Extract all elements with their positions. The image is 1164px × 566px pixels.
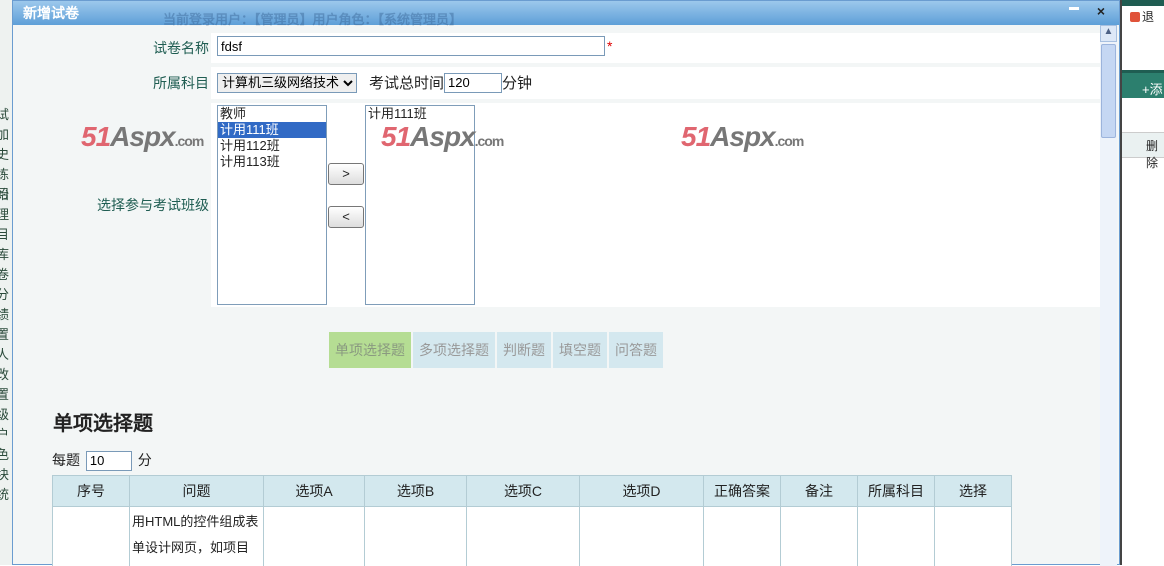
dialog-titlebar[interactable]: 新增试卷 当前登录用户：【管理员】用户角色：【系统管理员】 ×: [13, 1, 1119, 25]
vertical-scrollbar[interactable]: ▲: [1100, 25, 1117, 566]
list-item[interactable]: 计用111班: [366, 106, 474, 122]
scroll-thumb[interactable]: [1101, 44, 1116, 138]
cell: [935, 507, 1012, 566]
list-item[interactable]: 计用112班: [218, 138, 326, 154]
cell: [858, 507, 935, 566]
per-label: 每题: [52, 452, 80, 468]
section-title: 单项选择题: [53, 407, 153, 436]
cell: [704, 507, 781, 566]
background-header-text: 当前登录用户：【管理员】用户角色：【系统管理员】: [163, 9, 462, 28]
row-subject: 所属科目 计算机三级网络技术 考试总时间 分钟: [17, 67, 1101, 99]
cell-question: 用HTML的控件组成表单设计网页，如项目: [130, 507, 264, 566]
table-header-row: 序号 问题 选项A 选项B 选项C 选项D 正确答案 备注 所属科目 选择: [53, 476, 1012, 507]
col-header: 备注: [781, 476, 858, 507]
new-exam-dialog: 新增试卷 当前登录用户：【管理员】用户角色：【系统管理员】 × 试卷名称 * 所…: [12, 0, 1120, 565]
col-header: 所属科目: [858, 476, 935, 507]
cell: [467, 507, 580, 566]
list-item[interactable]: 教师: [218, 106, 326, 122]
cell: [580, 507, 704, 566]
per-question-score: 每题 分: [52, 450, 152, 471]
scroll-up-icon[interactable]: ▲: [1100, 25, 1117, 42]
tab-multiple-choice[interactable]: 多项选择题: [413, 332, 495, 368]
col-header: 序号: [53, 476, 130, 507]
time-unit: 分钟: [502, 72, 532, 93]
cell: [365, 507, 467, 566]
row-exam-name: 试卷名称 *: [17, 33, 1101, 63]
col-header: 选择: [935, 476, 1012, 507]
tab-single-choice[interactable]: 单项选择题: [329, 332, 411, 368]
required-mark: *: [607, 38, 612, 54]
col-header: 正确答案: [704, 476, 781, 507]
close-icon[interactable]: ×: [1097, 3, 1105, 19]
exam-name-label: 试卷名称: [17, 33, 211, 63]
add-class-button[interactable]: >: [328, 163, 364, 185]
col-header: 问题: [130, 476, 264, 507]
available-classes-list[interactable]: 教师 计用111班 计用112班 计用113班: [217, 105, 327, 305]
question-table: 序号 问题 选项A 选项B 选项C 选项D 正确答案 备注 所属科目 选择 用H…: [52, 475, 1012, 566]
tab-short-answer[interactable]: 问答题: [609, 332, 663, 368]
watermark-logo: 51Aspx.com: [81, 121, 203, 153]
remove-class-button[interactable]: <: [328, 206, 364, 228]
tab-fill-blank[interactable]: 填空题: [553, 332, 607, 368]
watermark-logo: 51Aspx.com: [681, 121, 803, 153]
list-item[interactable]: 计用113班: [218, 154, 326, 170]
dialog-title: 新增试卷: [23, 5, 79, 21]
question-type-tabs: 单项选择题 多项选择题 判断题 填空题 问答题: [329, 332, 663, 368]
cell: [781, 507, 858, 566]
time-label: 考试总时间: [369, 72, 444, 93]
power-icon: [1130, 12, 1140, 22]
delete-column-header: 删除: [1122, 132, 1164, 158]
col-header: 选项B: [365, 476, 467, 507]
col-header: 选项D: [580, 476, 704, 507]
col-header: 选项C: [467, 476, 580, 507]
cell: [53, 507, 130, 566]
background-right-panel: 退 +添 删除: [1120, 0, 1164, 565]
col-header: 选项A: [264, 476, 365, 507]
exam-time-input[interactable]: [444, 73, 502, 93]
subject-label: 所属科目: [17, 67, 211, 99]
per-unit: 分: [138, 452, 152, 468]
cell: [264, 507, 365, 566]
list-item[interactable]: 计用111班: [218, 122, 326, 138]
add-button[interactable]: +添: [1122, 70, 1164, 98]
minimize-icon[interactable]: [1069, 7, 1079, 10]
table-row: 用HTML的控件组成表单设计网页，如项目: [53, 507, 1012, 566]
tab-true-false[interactable]: 判断题: [497, 332, 551, 368]
logout-button[interactable]: 退: [1130, 8, 1154, 25]
watermark-logo: 51Aspx.com: [381, 121, 503, 153]
per-score-input[interactable]: [86, 451, 132, 471]
exam-name-input[interactable]: [217, 36, 605, 56]
subject-select[interactable]: 计算机三级网络技术: [217, 73, 357, 93]
